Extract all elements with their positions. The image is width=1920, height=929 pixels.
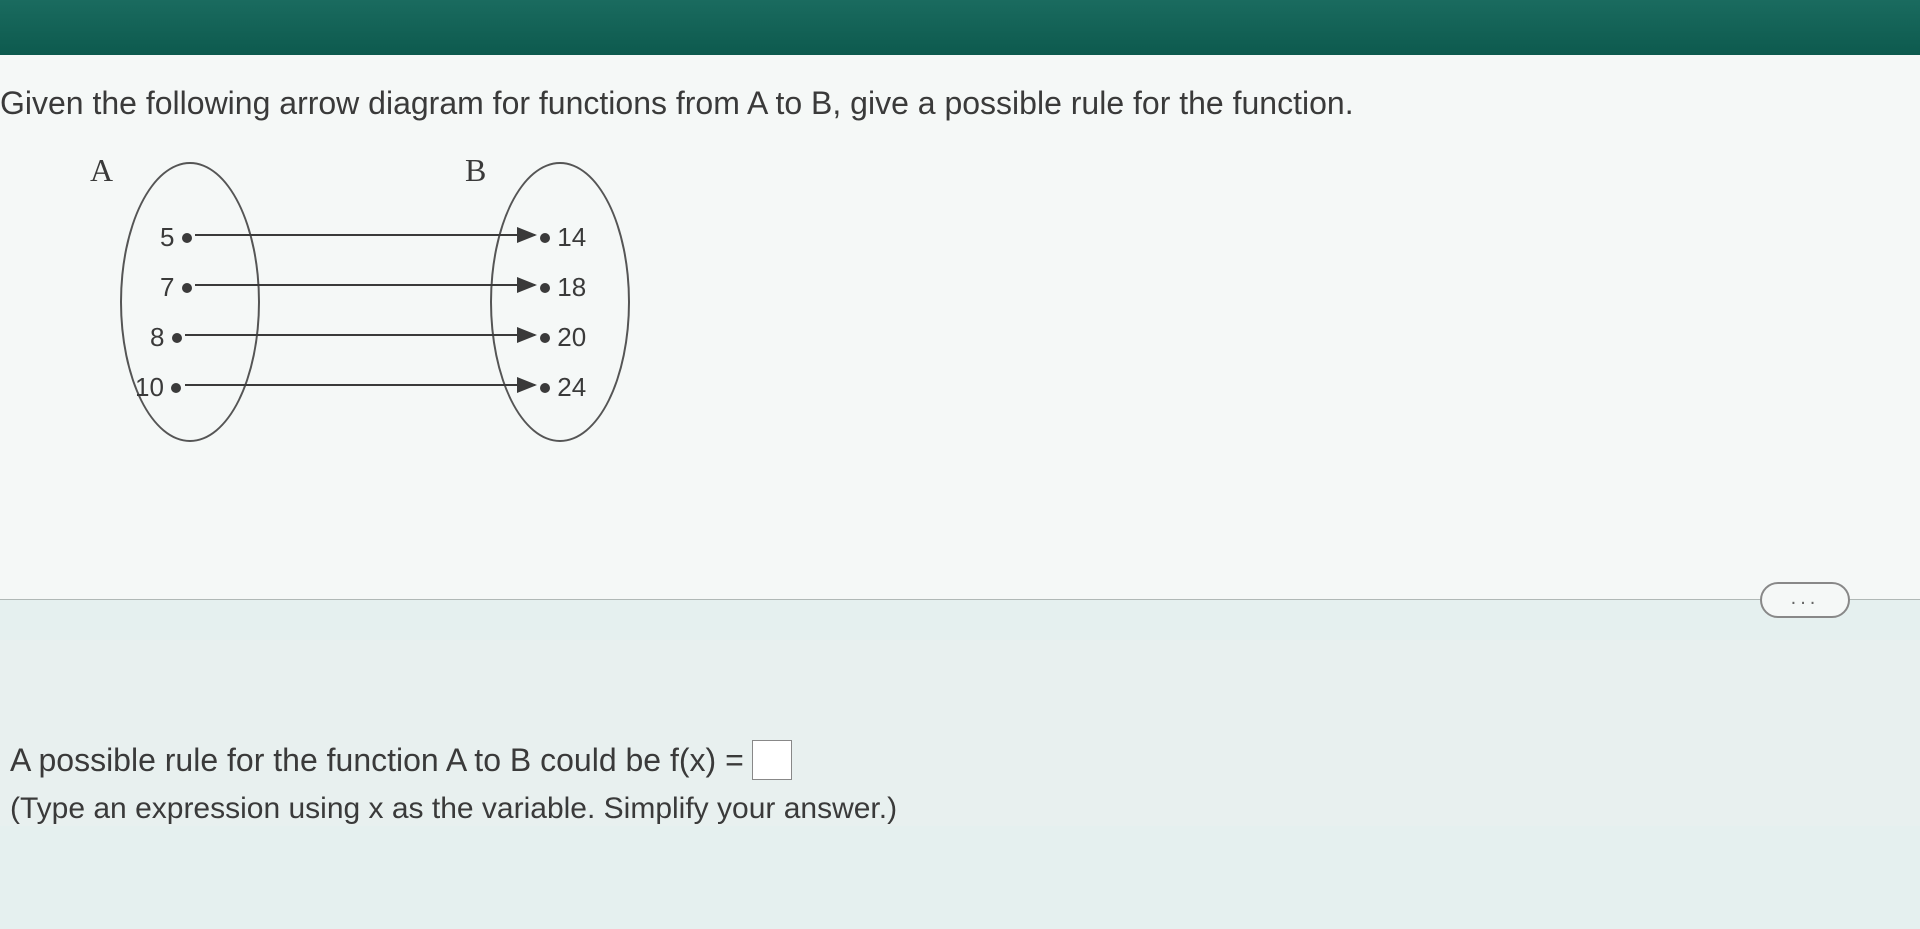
dot-icon <box>540 283 550 293</box>
set-b-item: 24 <box>540 372 586 403</box>
window-header <box>0 0 1920 55</box>
set-b-item: 18 <box>540 272 586 303</box>
question-text: Given the following arrow diagram for fu… <box>0 85 1920 152</box>
dot-icon <box>171 383 181 393</box>
answer-prompt: A possible rule for the function A to B … <box>10 740 1910 780</box>
set-a-label: A <box>90 152 113 189</box>
set-a-item: 7 <box>160 272 192 303</box>
set-b-value-2: 20 <box>557 322 586 353</box>
dot-icon <box>182 283 192 293</box>
set-b-value-1: 18 <box>557 272 586 303</box>
answer-input[interactable] <box>752 740 792 780</box>
set-a-value-2: 8 <box>150 322 164 353</box>
set-a-value-1: 7 <box>160 272 174 303</box>
set-a-value-3: 10 <box>135 372 164 403</box>
dot-icon <box>182 233 192 243</box>
answer-panel: A possible rule for the function A to B … <box>0 640 1920 826</box>
answer-prefix-text: A possible rule for the function A to B … <box>10 742 744 779</box>
set-b-item: 20 <box>540 322 586 353</box>
arrow-diagram: A B 5 7 8 10 14 18 20 24 <box>60 152 760 472</box>
set-b-label: B <box>465 152 486 189</box>
divider: ... <box>0 600 1920 640</box>
answer-hint: (Type an expression using x as the varia… <box>10 792 1910 826</box>
set-a-value-0: 5 <box>160 222 174 253</box>
dot-icon <box>540 333 550 343</box>
dot-icon <box>540 383 550 393</box>
more-button[interactable]: ... <box>1760 582 1850 618</box>
set-b-value-3: 24 <box>557 372 586 403</box>
set-b-item: 14 <box>540 222 586 253</box>
dot-icon <box>172 333 182 343</box>
question-panel: Given the following arrow diagram for fu… <box>0 55 1920 600</box>
set-b-value-0: 14 <box>557 222 586 253</box>
dot-icon <box>540 233 550 243</box>
set-a-item: 10 <box>135 372 181 403</box>
set-a-item: 8 <box>150 322 182 353</box>
set-a-item: 5 <box>160 222 192 253</box>
